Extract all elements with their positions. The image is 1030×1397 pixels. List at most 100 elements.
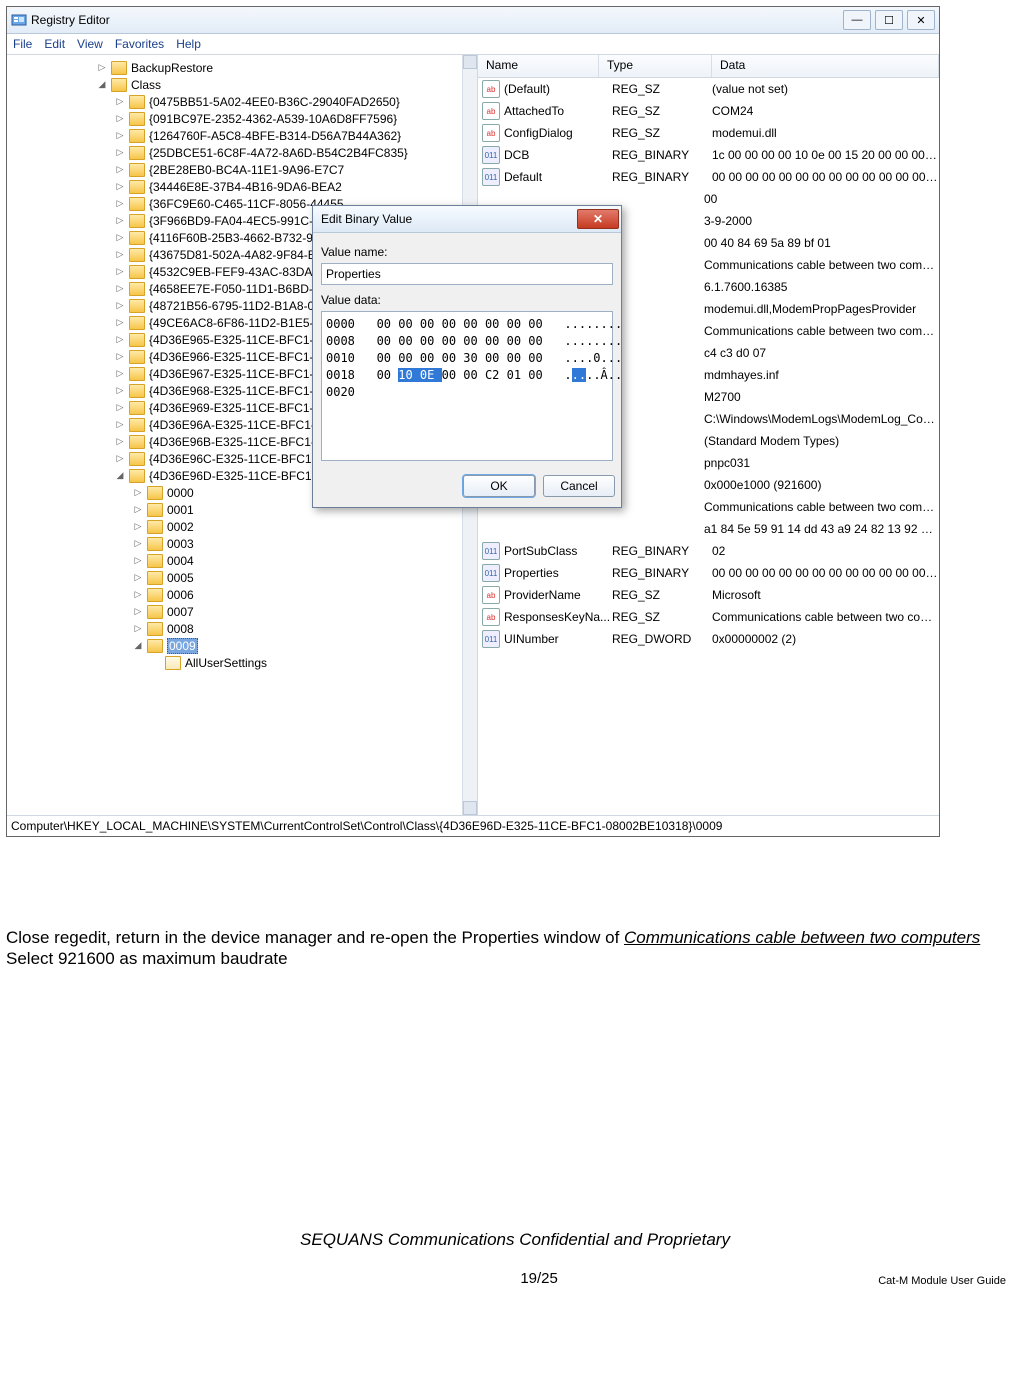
hex-editor[interactable]: 0000 00 00 00 00 00 00 00 00 ........ 00… (321, 311, 613, 461)
cancel-button[interactable]: Cancel (543, 475, 615, 497)
value-row[interactable]: 00 (696, 188, 939, 210)
value-type: REG_DWORD (612, 632, 712, 646)
tree-label: 0001 (167, 503, 194, 517)
value-name: DCB (504, 148, 612, 162)
tree-item[interactable]: ▷0004 (97, 552, 477, 569)
value-data: 0x00000002 (2) (712, 632, 939, 646)
value-row[interactable]: Communications cable between two compute… (696, 254, 939, 276)
value-row[interactable]: (Standard Modem Types) (696, 430, 939, 452)
value-row[interactable]: 0x000e1000 (921600) (696, 474, 939, 496)
value-row[interactable]: abAttachedToREG_SZCOM24 (478, 100, 939, 122)
tree-item[interactable]: ▷{25DBCE51-6C8F-4A72-8A6D-B54C2B4FC835} (97, 144, 477, 161)
col-data[interactable]: Data (712, 55, 939, 77)
tree-item[interactable]: ▷0008 (97, 620, 477, 637)
tree-label: {2BE28EB0-BC4A-11E1-9A96-E7C7 (149, 163, 344, 177)
value-data: C:\Windows\ModemLogs\ModemLog_Communica.… (700, 412, 939, 426)
tree-item[interactable]: ▷{34446E8E-37B4-4B16-9DA6-BEA2 (97, 178, 477, 195)
confidential-footer: SEQUANS Communications Confidential and … (0, 1230, 1030, 1250)
value-data: M2700 (700, 390, 939, 404)
tree-item[interactable]: ▷{0475BB51-5A02-4EE0-B36C-29040FAD2650} (97, 93, 477, 110)
value-row[interactable]: abResponsesKeyNa...REG_SZCommunications … (478, 606, 939, 628)
tree-item[interactable]: ◢Class (97, 76, 477, 93)
tree-label: {34446E8E-37B4-4B16-9DA6-BEA2 (149, 180, 342, 194)
minimize-button[interactable]: — (843, 10, 871, 30)
value-row[interactable]: 011DefaultREG_BINARY00 00 00 00 00 00 00… (478, 166, 939, 188)
menu-favorites[interactable]: Favorites (115, 37, 164, 51)
menu-help[interactable]: Help (176, 37, 201, 51)
tree-item[interactable]: ▷BackupRestore (97, 59, 477, 76)
col-type[interactable]: Type (599, 55, 712, 77)
value-row[interactable]: 00 40 84 69 5a 89 bf 01 (696, 232, 939, 254)
dialog-titlebar: Edit Binary Value ✕ (313, 206, 621, 233)
tree-label: 0005 (167, 571, 194, 585)
tree-label: BackupRestore (131, 61, 213, 75)
page-number: 19/25 (200, 1270, 878, 1287)
menu-file[interactable]: File (13, 37, 32, 51)
tree-label: 0006 (167, 588, 194, 602)
tree-label: AllUserSettings (185, 656, 267, 670)
value-row[interactable]: pnpc031 (696, 452, 939, 474)
value-row[interactable]: ab(Default)REG_SZ(value not set) (478, 78, 939, 100)
list-header[interactable]: Name Type Data (478, 55, 939, 78)
string-icon: ab (482, 608, 500, 626)
value-data: 00 00 00 00 00 00 00 00 00 00 00 00 00 0… (712, 170, 939, 184)
value-row[interactable]: abProviderNameREG_SZMicrosoft (478, 584, 939, 606)
value-data: mdmhayes.inf (700, 368, 939, 382)
value-data: (Standard Modem Types) (700, 434, 939, 448)
value-row[interactable]: Communications cable between two compute… (696, 496, 939, 518)
tree-item[interactable]: ▷0003 (97, 535, 477, 552)
menu-view[interactable]: View (77, 37, 103, 51)
close-button[interactable]: ✕ (907, 10, 935, 30)
maximize-button[interactable]: ☐ (875, 10, 903, 30)
value-type: REG_BINARY (612, 566, 712, 580)
tree-item-selected[interactable]: ◢ 0009 (97, 637, 477, 654)
tree-label: {0475BB51-5A02-4EE0-B36C-29040FAD2650} (149, 95, 400, 109)
value-row[interactable]: 011PropertiesREG_BINARY00 00 00 00 00 00… (478, 562, 939, 584)
value-row[interactable]: 011DCBREG_BINARY1c 00 00 00 00 10 0e 00 … (478, 144, 939, 166)
value-row[interactable]: 3-9-2000 (696, 210, 939, 232)
tree-label: {48721B56-6795-11D2-B1A8-0080 (149, 299, 334, 313)
value-data: Communications cable between two compute… (700, 324, 939, 338)
tree-item[interactable]: ▷0006 (97, 586, 477, 603)
tree-item[interactable]: ▷0007 (97, 603, 477, 620)
tree-item[interactable]: ▷{1264760F-A5C8-4BFE-B314-D56A7B44A362} (97, 127, 477, 144)
tree-item[interactable]: AllUserSettings (97, 654, 477, 671)
menu-edit[interactable]: Edit (44, 37, 65, 51)
dialog-close-button[interactable]: ✕ (577, 209, 619, 229)
value-row[interactable]: 6.1.7600.16385 (696, 276, 939, 298)
string-icon: ab (482, 586, 500, 604)
value-row[interactable]: 011UINumberREG_DWORD0x00000002 (2) (478, 628, 939, 650)
value-data: 00 00 00 00 00 00 00 00 00 00 00 00 00 0… (712, 566, 939, 580)
value-data: 02 (712, 544, 939, 558)
value-data: 1c 00 00 00 00 10 0e 00 15 20 00 00 00 0… (712, 148, 939, 162)
tree-item[interactable]: ▷0005 (97, 569, 477, 586)
value-name-input[interactable] (321, 263, 613, 285)
value-row[interactable]: 011PortSubClassREG_BINARY02 (478, 540, 939, 562)
value-row[interactable]: c4 c3 d0 07 (696, 342, 939, 364)
value-data: 6.1.7600.16385 (700, 280, 939, 294)
value-row[interactable]: abConfigDialogREG_SZmodemui.dll (478, 122, 939, 144)
value-row[interactable]: Communications cable between two compute… (696, 320, 939, 342)
tree-label: 0004 (167, 554, 194, 568)
tree-item[interactable]: ▷0002 (97, 518, 477, 535)
binary-icon: 011 (482, 630, 500, 648)
col-name[interactable]: Name (478, 55, 599, 77)
value-data: 00 (700, 192, 939, 206)
binary-icon: 011 (482, 564, 500, 582)
ok-button[interactable]: OK (463, 475, 535, 497)
value-data: (value not set) (712, 82, 939, 96)
value-row[interactable]: mdmhayes.inf (696, 364, 939, 386)
value-name: Default (504, 170, 612, 184)
tree-item[interactable]: ▷{091BC97E-2352-4362-A539-10A6D8FF7596} (97, 110, 477, 127)
value-row[interactable]: modemui.dll,ModemPropPagesProvider (696, 298, 939, 320)
tree-label: 0000 (167, 486, 194, 500)
value-row[interactable]: M2700 (696, 386, 939, 408)
value-name: PortSubClass (504, 544, 612, 558)
value-type: REG_BINARY (612, 148, 712, 162)
value-name-label: Value name: (321, 245, 613, 259)
tree-item[interactable]: ▷{2BE28EB0-BC4A-11E1-9A96-E7C7 (97, 161, 477, 178)
value-row[interactable]: a1 84 5e 59 91 14 dd 43 a9 24 82 13 92 2… (696, 518, 939, 540)
value-data-label: Value data: (321, 293, 613, 307)
value-row[interactable]: C:\Windows\ModemLogs\ModemLog_Communica.… (696, 408, 939, 430)
value-name: ProviderName (504, 588, 612, 602)
